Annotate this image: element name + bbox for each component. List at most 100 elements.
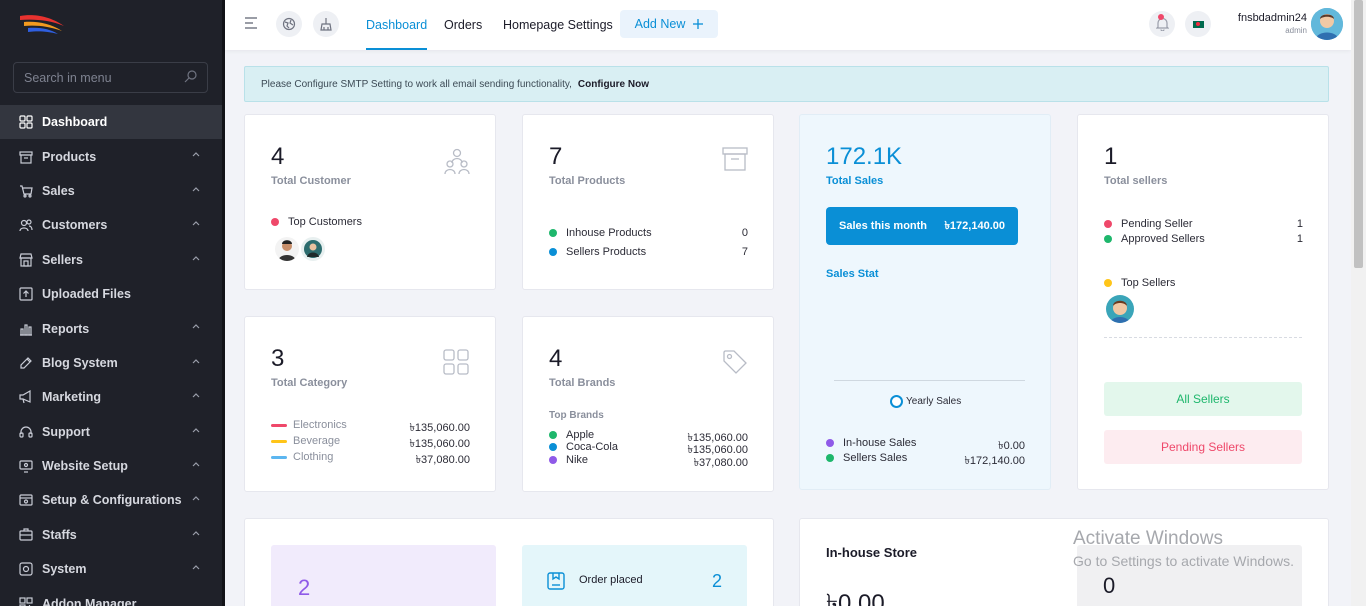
inhouse-sales-row: In-house Sales: [826, 437, 916, 449]
brand-row-apple: Apple: [549, 429, 594, 441]
alert-text: Please Configure SMTP Setting to work al…: [261, 78, 572, 90]
sidebar-item-label: Sales: [42, 183, 75, 198]
smtp-alert: Please Configure SMTP Setting to work al…: [244, 66, 1329, 102]
sellers-card: 1 Total sellers Pending Seller 1 Approve…: [1077, 114, 1329, 490]
sidebar-item-label: Setup & Configurations: [42, 493, 182, 508]
headset-icon: [18, 424, 34, 440]
sidebar-item-label: System: [42, 562, 87, 577]
category-row-electronics: Electronics: [271, 419, 347, 431]
sidebar-item-setup-configurations[interactable]: Setup & Configurations: [0, 483, 222, 517]
sidebar-item-support[interactable]: Support: [0, 415, 222, 449]
sidebar-item-system[interactable]: System: [0, 552, 222, 586]
store-icon: [18, 252, 34, 268]
sidebar-item-label: Blog System: [42, 355, 118, 370]
sidebar-item-label: Customers: [42, 218, 108, 233]
yearly-sales-label: Yearly Sales: [906, 396, 962, 407]
sidebar-item-marketing[interactable]: Marketing: [0, 380, 222, 414]
search-icon[interactable]: [184, 70, 197, 83]
approved-sellers-label: Approved Sellers: [1121, 233, 1205, 245]
nav-dashboard[interactable]: Dashboard: [366, 0, 428, 50]
top-brands-label: Top Brands: [549, 410, 604, 421]
purple-stat-value: 2: [298, 575, 311, 600]
sidebar-menu: Dashboard Products Sales Customers Selle…: [0, 105, 222, 606]
divider: [1104, 337, 1302, 338]
inhouse-store-value: ৳0.00: [826, 590, 885, 606]
brand-row-nike: Nike: [549, 454, 588, 466]
staff-icon: [18, 527, 34, 543]
sidebar-item-label: Dashboard: [42, 115, 108, 130]
brand-label: Total Brands: [549, 377, 616, 389]
all-sellers-button[interactable]: All Sellers: [1104, 382, 1302, 416]
sales-card: 172.1K Total Sales Sales this month ৳172…: [799, 114, 1051, 490]
customer-avatar[interactable]: [299, 235, 327, 263]
user-name[interactable]: fnsbdadmin24: [1225, 12, 1307, 24]
total-sales-label: Total Sales: [826, 175, 884, 187]
pending-sellers-button[interactable]: Pending Sellers: [1104, 430, 1302, 464]
inhouse-products-value: 0: [741, 227, 748, 239]
seller-label: Total sellers: [1104, 175, 1168, 187]
sales-this-month-button[interactable]: Sales this month ৳172,140.00: [826, 207, 1018, 245]
chevron-up-icon: [192, 152, 200, 157]
sellers-products-label: Sellers Products: [566, 246, 647, 258]
chevron-up-icon: [192, 221, 200, 226]
hamburger-icon[interactable]: [244, 16, 258, 30]
chevron-up-icon: [192, 393, 200, 398]
chevron-up-icon: [192, 565, 200, 570]
scrollbar-thumb[interactable]: [1354, 0, 1363, 268]
brush-clear-cache-icon[interactable]: [313, 11, 339, 37]
page-scrollbar[interactable]: [1351, 0, 1366, 606]
sidebar-item-blog-system[interactable]: Blog System: [0, 346, 222, 380]
sidebar-item-reports[interactable]: Reports: [0, 311, 222, 345]
nav-orders[interactable]: Orders: [444, 0, 482, 50]
sellers-sales-row: Sellers Sales: [826, 452, 907, 464]
sidebar-item-sales[interactable]: Sales: [0, 174, 222, 208]
category-row-beverage: Beverage: [271, 435, 340, 447]
brand-count: 4: [549, 345, 563, 372]
sidebar-item-staffs[interactable]: Staffs: [0, 518, 222, 552]
inhouse-products-row: Inhouse Products: [549, 227, 652, 239]
sidebar-item-products[interactable]: Products: [0, 139, 222, 173]
sellers-products-value: 7: [741, 246, 748, 258]
bangladesh-flag-icon: [1192, 20, 1204, 28]
sidebar-item-sellers[interactable]: Sellers: [0, 243, 222, 277]
chevron-up-icon: [192, 358, 200, 364]
configure-now-link[interactable]: Configure Now: [578, 79, 649, 90]
category-name: Clothing: [293, 451, 334, 463]
sidebar-item-label: Support: [42, 424, 90, 439]
sidebar-item-website-setup[interactable]: Website Setup: [0, 449, 222, 483]
language-switcher[interactable]: [1185, 11, 1211, 37]
sidebar-item-label: Sellers: [42, 252, 84, 267]
sidebar-item-addon-manager[interactable]: Addon Manager: [0, 586, 222, 606]
category-card: 3 Total Category Electronics ৳135,060.00…: [244, 316, 496, 492]
add-new-button[interactable]: Add New: [620, 10, 718, 38]
total-sales-value: 172.1K: [826, 143, 903, 170]
approved-sellers-value: 1: [1296, 233, 1303, 245]
globe-icon[interactable]: [276, 11, 302, 37]
logo[interactable]: [18, 12, 66, 36]
sidebar-search: [13, 62, 208, 93]
chevron-up-icon: [192, 496, 200, 501]
pending-seller-value: 1: [1296, 218, 1303, 230]
blog-icon: [18, 355, 34, 371]
sidebar-search-input[interactable]: [14, 63, 174, 92]
sidebar-item-dashboard[interactable]: Dashboard: [0, 105, 222, 140]
nav-homepage-settings[interactable]: Homepage Settings: [503, 0, 613, 50]
avatar[interactable]: [1311, 8, 1343, 40]
legend-dot: [549, 431, 557, 439]
seller-avatar[interactable]: [1104, 293, 1136, 325]
yearly-sales-legend[interactable]: Yearly Sales: [890, 395, 961, 408]
legend-dot: [826, 454, 834, 462]
sidebar-item-uploaded-files[interactable]: Uploaded Files: [0, 277, 222, 311]
legend-dot: [1104, 279, 1112, 287]
customer-avatar[interactable]: [273, 235, 301, 263]
brand-name: Nike: [566, 454, 589, 466]
products-card: 7 Total Products Inhouse Products 0 Sell…: [522, 114, 774, 290]
legend-dot: [549, 229, 557, 237]
purple-stat-tile: 2: [271, 545, 496, 606]
sellers-sales-value: ৳172,140.00: [964, 455, 1025, 467]
notifications-button[interactable]: [1149, 11, 1175, 37]
users-icon: [18, 217, 34, 233]
legend-dot: [549, 456, 557, 464]
sidebar-item-customers[interactable]: Customers: [0, 208, 222, 242]
plus-icon: [693, 19, 704, 29]
